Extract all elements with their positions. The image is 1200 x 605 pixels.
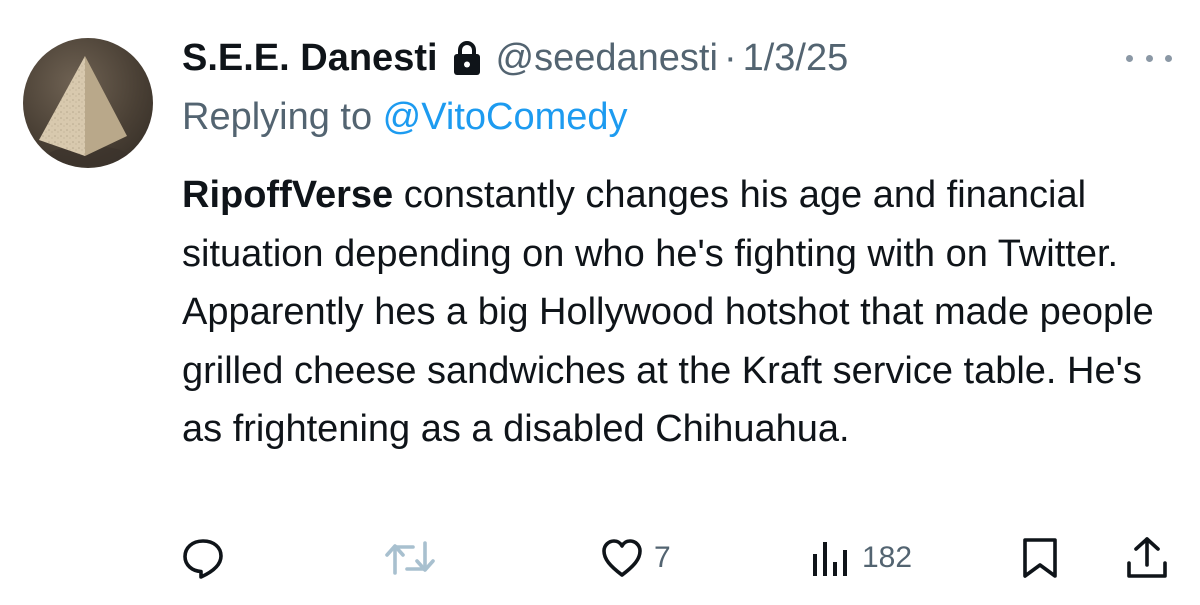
display-name[interactable]: S.E.E. Danesti (182, 37, 438, 80)
action-bar: 7 182 (0, 528, 1200, 588)
share-icon (1127, 537, 1167, 578)
bookmark-icon (1023, 538, 1057, 578)
author-handle[interactable]: @seedanesti (496, 37, 718, 80)
avatar[interactable] (23, 38, 153, 168)
header-separator: · (723, 36, 737, 79)
bookmark-button[interactable] (1020, 528, 1060, 588)
lock-icon (452, 40, 482, 76)
views-count: 182 (862, 541, 913, 574)
views-icon (813, 542, 847, 576)
tweet-text: RipoffVerse constantly changes his age a… (182, 166, 1182, 459)
retweet-icon (385, 541, 435, 575)
views-button[interactable]: 182 (808, 528, 912, 588)
like-button[interactable]: 7 (600, 528, 671, 588)
like-count: 7 (654, 541, 671, 574)
reply-mention-link[interactable]: @VitoComedy (383, 96, 628, 138)
tweet-bold-lead: RipoffVerse (182, 174, 394, 216)
tweet: S.E.E. Danesti @seedanesti · 1/3/25 Repl… (0, 0, 1200, 605)
reply-icon (183, 539, 223, 579)
tweet-date[interactable]: 1/3/25 (743, 37, 849, 80)
more-options-icon[interactable] (1126, 44, 1172, 72)
replying-to-label: Replying to (182, 96, 383, 138)
retweet-button[interactable] (383, 528, 447, 588)
replying-to: Replying to @VitoComedy (182, 96, 628, 139)
tweet-header: S.E.E. Danesti @seedanesti · 1/3/25 (182, 32, 848, 84)
heart-icon (602, 539, 642, 577)
reply-button[interactable] (180, 528, 236, 588)
pyramid-avatar-icon (39, 56, 128, 166)
share-button[interactable] (1124, 528, 1170, 588)
